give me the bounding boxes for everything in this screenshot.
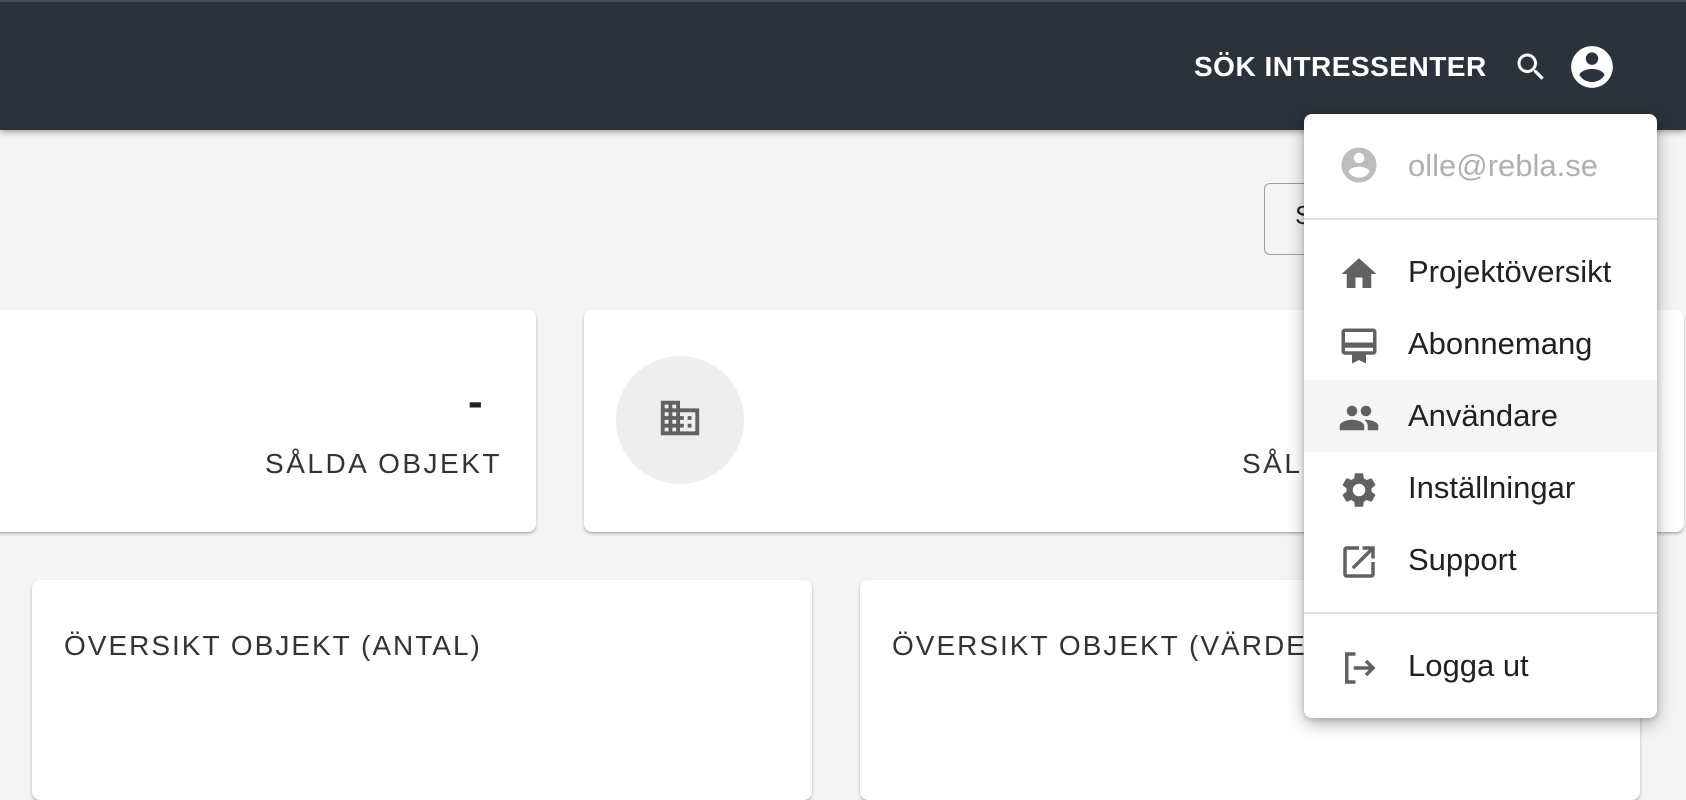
menu-divider xyxy=(1304,612,1657,614)
user-email: olle@rebla.se xyxy=(1408,148,1599,183)
sold-objects-caption: SÅLDA OBJEKT xyxy=(265,448,502,479)
search-icon xyxy=(1513,49,1549,85)
menu-item-users[interactable]: Användare xyxy=(1304,380,1657,452)
menu-divider xyxy=(1304,218,1657,220)
menu-item-label: Inställningar xyxy=(1408,470,1576,505)
menu-item-label: Support xyxy=(1408,542,1517,577)
people-icon xyxy=(1338,397,1380,439)
menu-item-support[interactable]: Support xyxy=(1304,524,1657,596)
menu-item-label: Logga ut xyxy=(1408,648,1529,683)
search-stakeholders-label: SÖK INTRESSENTER xyxy=(1194,51,1487,82)
avatar xyxy=(1338,144,1380,186)
menu-item-label: Användare xyxy=(1408,398,1558,433)
open-in-new-icon xyxy=(1338,541,1380,583)
account-menu: olle@rebla.se Projektöversikt Abonnemang… xyxy=(1304,114,1657,718)
account-menu-header: olle@rebla.se xyxy=(1304,114,1657,218)
account-circle-icon[interactable] xyxy=(1567,42,1617,92)
home-icon xyxy=(1338,253,1380,295)
menu-item-settings[interactable]: Inställningar xyxy=(1304,452,1657,524)
overview-count-title: ÖVERSIKT OBJEKT (ANTAL) xyxy=(64,630,482,661)
card-membership-icon xyxy=(1338,325,1380,367)
sold-objects-value: - xyxy=(468,377,483,426)
settings-gear-icon xyxy=(1338,469,1380,511)
building-icon xyxy=(657,395,703,446)
logout-icon xyxy=(1338,647,1380,689)
menu-item-label: Projektöversikt xyxy=(1408,254,1612,289)
overview-value-title: ÖVERSIKT OBJEKT (VÄRDE) xyxy=(892,630,1319,661)
menu-item-project-overview[interactable]: Projektöversikt xyxy=(1304,236,1657,308)
building-icon-circle xyxy=(616,356,744,484)
sold-objects-card: - SÅLDA OBJEKT xyxy=(0,310,536,532)
menu-item-label: Abonnemang xyxy=(1408,326,1593,361)
menu-item-logout[interactable]: Logga ut xyxy=(1304,630,1657,702)
menu-item-subscription[interactable]: Abonnemang xyxy=(1304,308,1657,380)
top-app-bar: SÖK INTRESSENTER xyxy=(0,0,1686,130)
search-stakeholders-button[interactable]: SÖK INTRESSENTER xyxy=(1194,34,1549,100)
overview-count-card: ÖVERSIKT OBJEKT (ANTAL) xyxy=(32,580,812,800)
